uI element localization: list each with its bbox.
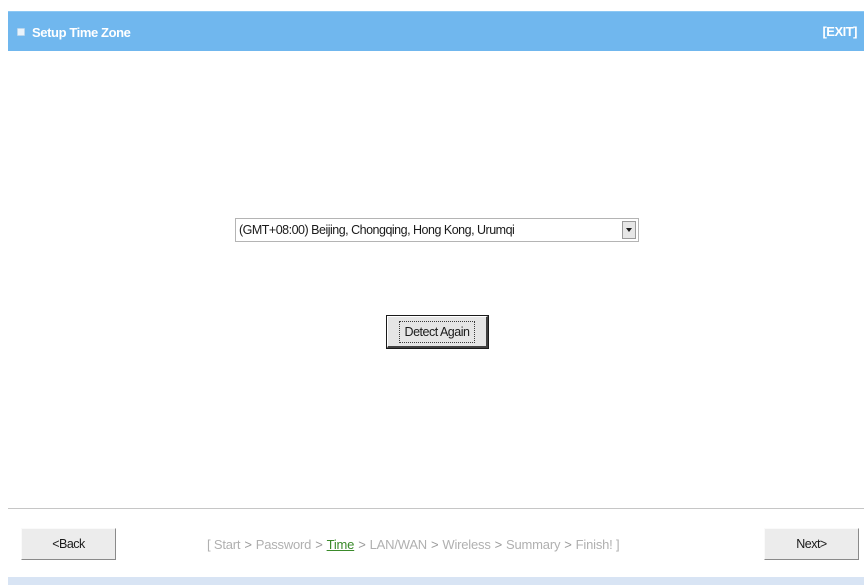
breadcrumb-close-bracket: ] [615,537,620,552]
breadcrumb-open-bracket: [ [207,537,211,552]
timezone-select[interactable]: (GMT+08:00) Beijing, Chongqing, Hong Kon… [235,218,639,242]
step-time-current: Time [326,537,355,552]
step-separator: > [315,537,323,552]
step-finish: Finish! [575,537,613,552]
detect-again-button[interactable]: Detect Again [386,315,489,349]
step-separator: > [430,537,439,552]
step-summary: Summary [506,537,561,552]
detect-again-label: Detect Again [398,320,476,343]
step-separator: > [358,537,366,552]
timezone-selected-value: (GMT+08:00) Beijing, Chongqing, Hong Kon… [239,223,515,237]
wizard-steps-breadcrumb: [ Start > Password > Time > LAN/WAN > Wireless > S… [207,537,620,552]
next-button[interactable]: Next> [764,528,859,560]
step-password: Password [255,537,312,552]
setup-wizard-page: Setup Time Zone [EXIT] (GMT+08:00) Beiji… [0,0,868,585]
chevron-down-icon [626,228,632,232]
page-title: Setup Time Zone [32,24,131,40]
step-separator: > [564,537,572,552]
step-start: Start [213,537,241,552]
title-bar: Setup Time Zone [EXIT] [8,11,864,51]
step-lan-wan: LAN/WAN [369,537,428,552]
dropdown-button[interactable] [622,221,636,239]
step-wireless: Wireless [442,537,491,552]
back-button[interactable]: <Back [21,528,116,560]
step-separator: > [494,537,503,552]
title-group: Setup Time Zone [17,23,131,41]
step-separator: > [244,537,252,552]
exit-link[interactable]: [EXIT] [822,24,857,39]
footer-divider [8,508,864,509]
bullet-icon [17,28,25,36]
bottom-strip [8,577,864,585]
